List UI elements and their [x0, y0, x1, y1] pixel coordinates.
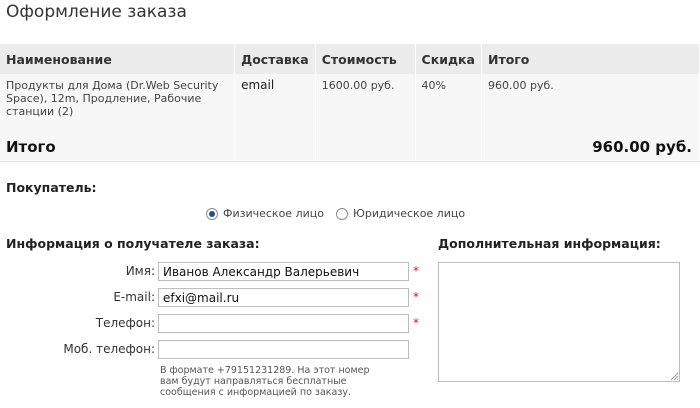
- recipient-section-title: Информация о получателе заказа:: [6, 236, 260, 251]
- buyer-type-radio-group: Физическое лицо Юридическое лицо: [206, 207, 477, 220]
- header-price: Стоимость: [315, 44, 416, 74]
- radio-individual-icon[interactable]: [206, 207, 218, 220]
- resize-grip-icon[interactable]: [670, 372, 679, 381]
- mobile-phone-field[interactable]: [158, 340, 409, 359]
- mobile-phone-hint: В формате +79151231289. На этот номер ва…: [160, 365, 370, 398]
- header-total: Итого: [481, 44, 700, 74]
- radio-legal-entity[interactable]: Юридическое лицо: [335, 207, 465, 220]
- phone-field[interactable]: [158, 314, 409, 333]
- header-discount: Скидка: [415, 44, 482, 74]
- phone-label: Телефон:: [95, 316, 155, 330]
- mobile-phone-label: Моб. телефон:: [63, 342, 155, 356]
- email-field[interactable]: [158, 288, 409, 307]
- radio-legal-entity-label[interactable]: Юридическое лицо: [353, 207, 465, 220]
- order-total-value: 960.00 руб.: [592, 138, 692, 156]
- name-required-mark: *: [413, 264, 419, 278]
- name-field[interactable]: [158, 262, 409, 281]
- radio-individual-label[interactable]: Физическое лицо: [223, 207, 324, 220]
- additional-info-title: Дополнительная информация:: [438, 236, 661, 251]
- email-label: E-mail:: [113, 290, 155, 304]
- radio-individual[interactable]: Физическое лицо: [206, 207, 324, 220]
- header-delivery: Доставка: [234, 44, 316, 74]
- phone-required-mark: *: [413, 316, 419, 330]
- email-required-mark: *: [413, 290, 419, 304]
- order-table-header: Наименование Доставка Стоимость Скидка И…: [0, 44, 700, 74]
- buyer-label: Покупатель:: [6, 180, 97, 195]
- radio-legal-entity-icon[interactable]: [335, 207, 348, 220]
- order-total-row: Итого 960.00 руб.: [0, 132, 700, 162]
- page-title: Оформление заказа: [6, 2, 187, 22]
- order-total-label: Итого: [6, 138, 56, 156]
- additional-info-textarea[interactable]: [438, 262, 680, 382]
- header-name: Наименование: [0, 44, 236, 74]
- name-label: Имя:: [125, 264, 155, 278]
